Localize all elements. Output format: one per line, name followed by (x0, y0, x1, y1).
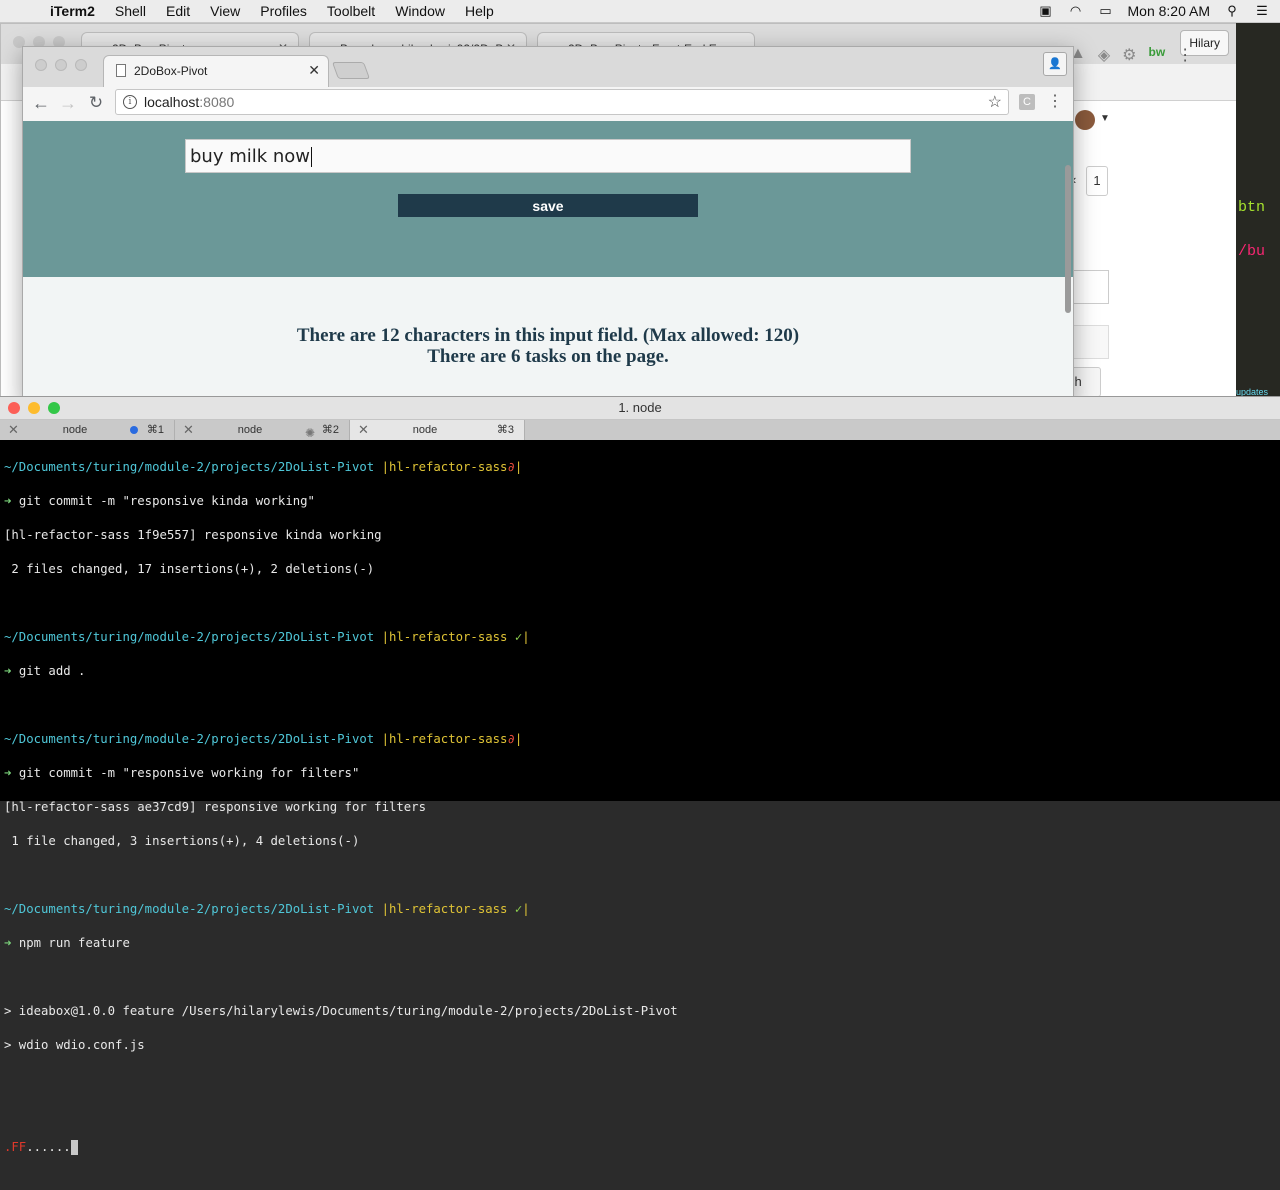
menu-edit[interactable]: Edit (166, 3, 190, 19)
menu-shell[interactable]: Shell (115, 3, 146, 19)
more-menu-icon[interactable]: ⋮ (1047, 91, 1063, 111)
task-input[interactable]: buy milk now (185, 139, 911, 173)
battery-icon[interactable]: ▭ (1098, 4, 1114, 18)
terminal-tab-bar: ✕ node ⌘1 ✕ node ✺ ⌘2 ✕ node ⌘3 (0, 420, 1280, 440)
prompt-line: ~/Documents/turing/module-2/projects/2Do… (4, 902, 530, 916)
terminal-tab-3[interactable]: ✕ node ⌘3 (350, 420, 525, 440)
command-line: ➜ git add . (4, 664, 86, 678)
command-line: ➜ npm run feature (4, 936, 130, 950)
text-caret (311, 147, 313, 167)
counter-info: There are 12 characters in this input fi… (23, 325, 1073, 367)
output-line: > wdio wdio.conf.js (4, 1038, 145, 1052)
task-form-header: buy milk now save (23, 121, 1073, 277)
new-tab-button[interactable] (331, 62, 371, 79)
prompt-line: ~/Documents/turing/module-2/projects/2Do… (4, 630, 530, 644)
url-text: localhost:8080 (144, 94, 235, 110)
minimize-window-button[interactable] (28, 402, 40, 414)
address-bar[interactable]: i localhost:8080 ☆ (115, 89, 1009, 115)
terminal-tab-2[interactable]: ✕ node ✺ ⌘2 (175, 420, 350, 440)
reload-icon[interactable]: ↻ (84, 91, 108, 115)
menu-app-iterm2[interactable]: iTerm2 (50, 3, 95, 19)
prompt-line: ~/Documents/turing/module-2/projects/2Do… (4, 732, 523, 746)
menu-profiles[interactable]: Profiles (260, 3, 307, 19)
tab-strip: 2DoBox-Pivot ✕ 👤 (23, 47, 1073, 87)
background-extension-icons: ▲ ◈ ⚙ bw ⋮ (1070, 45, 1193, 65)
output-line: > ideabox@1.0.0 feature /Users/hilarylew… (4, 1004, 678, 1018)
test-progress-line: .FF...... (4, 1139, 1280, 1156)
browser-window: 2DoBox-Pivot ✕ 👤 ← → ↻ i localhost:8080 … (22, 46, 1074, 404)
terminal-cursor (70, 1140, 78, 1155)
notification-center-icon[interactable]: ☰ (1254, 4, 1270, 18)
terminal-window: 1. node ✕ node ⌘1 ✕ node ✺ ⌘2 ✕ node ⌘3 … (0, 396, 1280, 1155)
gear-icon[interactable]: ⚙ (1122, 45, 1136, 65)
background-input[interactable] (1072, 270, 1109, 304)
activity-dot-icon (130, 426, 138, 434)
background-panel (1072, 325, 1109, 359)
wifi-icon[interactable]: ◠ (1068, 4, 1084, 18)
menu-help[interactable]: Help (465, 3, 494, 19)
minimize-window-button[interactable] (55, 59, 67, 71)
forward-arrow-icon[interactable]: → (56, 91, 80, 115)
display-icon[interactable]: ▣ (1038, 4, 1054, 18)
back-arrow-icon[interactable]: ← (29, 91, 53, 115)
terminal-output[interactable]: ~/Documents/turing/module-2/projects/2Do… (0, 441, 1280, 1155)
close-icon[interactable]: ✕ (308, 62, 320, 79)
output-line: 2 files changed, 17 insertions(+), 2 del… (4, 562, 375, 576)
bookmark-star-icon[interactable]: ☆ (988, 92, 1002, 112)
code-line: btn (1238, 199, 1266, 216)
close-window-button[interactable] (35, 59, 47, 71)
zoom-window-button[interactable] (48, 402, 60, 414)
extension-icon[interactable]: C (1019, 94, 1035, 110)
output-line: 1 file changed, 3 insertions(+), 4 delet… (4, 834, 360, 848)
character-count-text: There are 12 characters in this input fi… (296, 325, 800, 346)
code-line: /bu (1238, 243, 1266, 260)
spotlight-search-icon[interactable]: ⚲ (1224, 4, 1240, 18)
command-line: ➜ git commit -m "responsive kinda workin… (4, 494, 315, 508)
chevron-down-icon[interactable]: ▼ (1100, 113, 1110, 124)
close-window-button[interactable] (8, 402, 20, 414)
terminal-title-bar: 1. node (0, 397, 1280, 420)
info-icon[interactable]: i (123, 95, 137, 109)
browser-toolbar: ← → ↻ i localhost:8080 ☆ C ⋮ (23, 87, 1073, 122)
terminal-title: 1. node (618, 400, 662, 415)
scrollbar-thumb[interactable] (1065, 165, 1071, 313)
terminal-window-controls (8, 402, 60, 414)
web-page: buy milk now save There are 12 character… (23, 121, 1073, 403)
task-count-text: There are 6 tasks on the page. (427, 346, 669, 367)
extension-icon[interactable]: bw (1149, 45, 1166, 65)
pager-page-button[interactable]: 1 (1086, 166, 1108, 196)
profile-icon[interactable]: 👤 (1043, 52, 1067, 76)
zoom-window-button[interactable] (75, 59, 87, 71)
macos-menu-bar: iTerm2 Shell Edit View Profiles Toolbelt… (0, 0, 1280, 23)
extension-icon[interactable]: ◈ (1098, 45, 1110, 65)
output-line: [hl-refactor-sass 1f9e557] responsive ki… (4, 528, 382, 542)
menu-clock[interactable]: Mon 8:20 AM (1128, 3, 1211, 19)
menu-view[interactable]: View (210, 3, 240, 19)
command-line: ➜ git commit -m "responsive working for … (4, 766, 360, 780)
menu-window[interactable]: Window (395, 3, 445, 19)
page-scrollbar[interactable] (1063, 121, 1073, 403)
output-line: [hl-refactor-sass ae37cd9] responsive wo… (4, 800, 426, 814)
tab-title: 2DoBox-Pivot (134, 64, 208, 78)
avatar[interactable] (1075, 110, 1095, 130)
menu-toolbelt[interactable]: Toolbelt (327, 3, 375, 19)
save-button[interactable]: save (398, 194, 698, 217)
status-area: ▣ ◠ ▭ Mon 8:20 AM ⚲ ☰ (1038, 0, 1271, 22)
window-controls (35, 59, 87, 71)
page-favicon-icon (116, 64, 126, 77)
prompt-line: ~/Documents/turing/module-2/projects/2Do… (4, 460, 523, 474)
spinner-icon: ✺ (304, 426, 315, 440)
more-menu-icon[interactable]: ⋮ (1177, 45, 1193, 65)
tab-2dobox-pivot[interactable]: 2DoBox-Pivot ✕ (103, 55, 329, 87)
editor-window-edge: btn /bu updates (1236, 23, 1280, 403)
terminal-tab-1[interactable]: ✕ node ⌘1 (0, 420, 175, 440)
